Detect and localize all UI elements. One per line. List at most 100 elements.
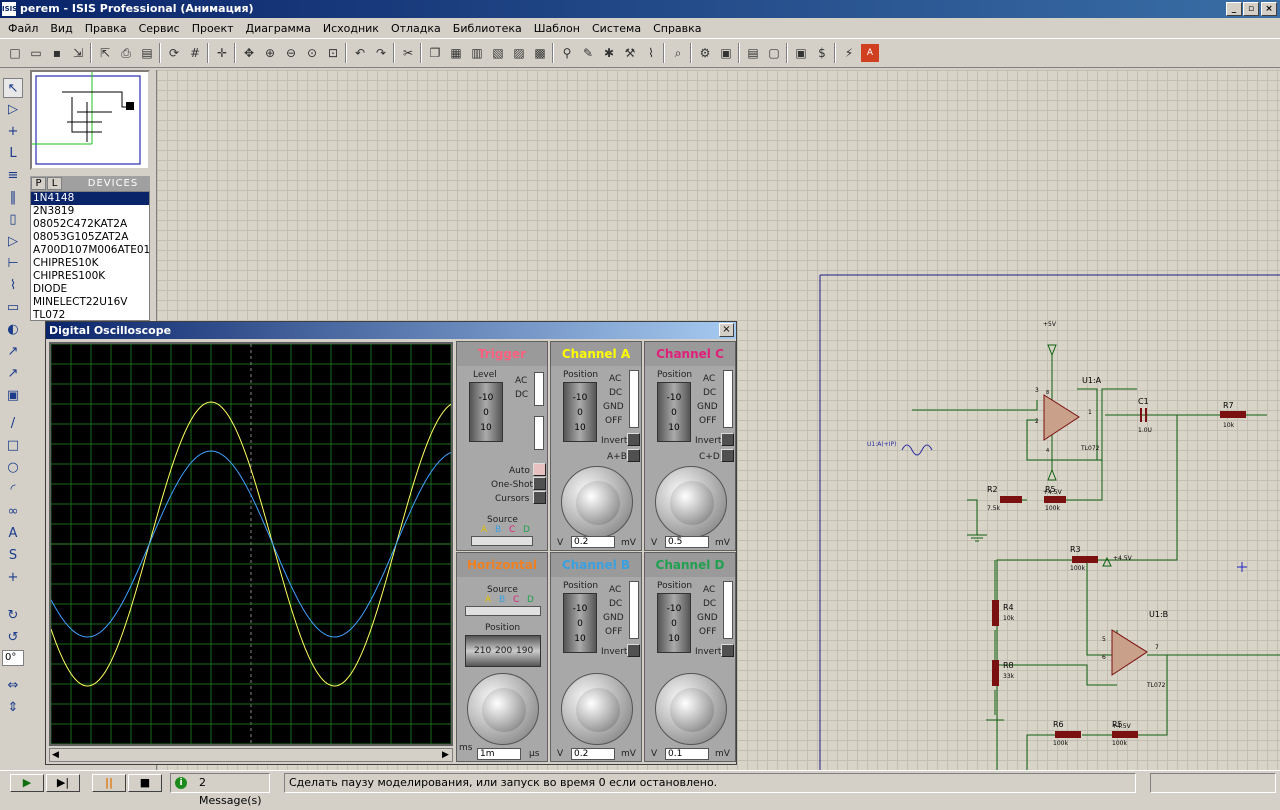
- device-list-item[interactable]: 08053G105ZAT2A: [31, 231, 149, 244]
- mirror-v-icon[interactable]: ⇕: [3, 698, 23, 718]
- channel-b-value[interactable]: 0.2: [571, 748, 615, 760]
- channel-c-combo-button[interactable]: [721, 449, 734, 462]
- horizontal-position-control[interactable]: 210 200 190: [465, 635, 541, 667]
- device-list-item[interactable]: A700D107M006ATE018: [31, 244, 149, 257]
- trigger-source-slider[interactable]: [471, 536, 533, 546]
- redraw-icon[interactable]: ⟳: [165, 44, 183, 62]
- graph-icon[interactable]: ⌇: [3, 276, 23, 296]
- rotate-ccw-icon[interactable]: ↺: [3, 628, 23, 648]
- trigger-coupling-slider[interactable]: [534, 372, 544, 406]
- trigger-oneshot-button[interactable]: [533, 477, 546, 490]
- channel-c-volts-knob[interactable]: [655, 466, 727, 538]
- copy-icon[interactable]: ❐: [426, 44, 444, 62]
- stop-button[interactable]: ■: [128, 774, 162, 792]
- device-list-item[interactable]: 08052C472KAT2A: [31, 218, 149, 231]
- design-explorer-icon[interactable]: ▤: [744, 44, 762, 62]
- trigger-edge-slider[interactable]: [534, 416, 544, 450]
- packaging-icon[interactable]: ✱: [600, 44, 618, 62]
- text-icon[interactable]: A: [3, 524, 23, 544]
- timebase-value[interactable]: 1m: [477, 748, 521, 760]
- origin-icon[interactable]: ✛: [213, 44, 231, 62]
- device-list-item[interactable]: MINELECT22U16V: [31, 296, 149, 309]
- new-icon[interactable]: □: [6, 44, 24, 62]
- menu-graph[interactable]: Диаграмма: [240, 22, 317, 35]
- timebase-knob[interactable]: [467, 673, 539, 745]
- bus-icon[interactable]: ‖: [3, 188, 23, 208]
- menu-template[interactable]: Шаблон: [528, 22, 586, 35]
- menu-view[interactable]: Вид: [44, 22, 78, 35]
- circle-icon[interactable]: ○: [3, 458, 23, 478]
- menu-design[interactable]: Проект: [186, 22, 240, 35]
- print-icon[interactable]: ⎙: [117, 44, 135, 62]
- bom-icon[interactable]: $: [813, 44, 831, 62]
- oscilloscope-close-button[interactable]: ×: [719, 323, 734, 337]
- new-sheet-icon[interactable]: ▢: [765, 44, 783, 62]
- tape-icon[interactable]: ▭: [3, 298, 23, 318]
- cut-icon[interactable]: ✂: [399, 44, 417, 62]
- zoom-out-icon[interactable]: ⊖: [282, 44, 300, 62]
- oscilloscope-window[interactable]: Digital Oscilloscope × ◀ ▶ Trigger Level…: [45, 321, 737, 765]
- generator-icon[interactable]: ◐: [3, 320, 23, 340]
- current-probe-icon[interactable]: ↗: [3, 364, 23, 384]
- pick-device-icon[interactable]: ⚲: [558, 44, 576, 62]
- menu-debug[interactable]: Отладка: [385, 22, 447, 35]
- maximize-button[interactable]: ▫: [1243, 2, 1259, 16]
- import-icon[interactable]: ⇲: [69, 44, 87, 62]
- marker-icon[interactable]: +: [3, 568, 23, 588]
- remove-sheet-icon[interactable]: ▣: [792, 44, 810, 62]
- channel-d-coupling-slider[interactable]: [723, 581, 733, 639]
- property-tool-icon[interactable]: ⚙: [696, 44, 714, 62]
- block-delete-icon[interactable]: ▩: [531, 44, 549, 62]
- device-list-item[interactable]: TL072: [31, 309, 149, 320]
- library-manager-button[interactable]: L: [47, 177, 62, 190]
- undo-icon[interactable]: ↶: [351, 44, 369, 62]
- play-button[interactable]: ▶: [10, 774, 44, 792]
- component-icon[interactable]: ▷: [3, 100, 23, 120]
- terminal-icon[interactable]: ▷: [3, 232, 23, 252]
- device-list-item[interactable]: CHIPRES100K: [31, 270, 149, 283]
- horizontal-source-slider[interactable]: [465, 606, 541, 616]
- close-button[interactable]: ×: [1261, 2, 1277, 16]
- paste-icon[interactable]: ▦: [447, 44, 465, 62]
- line-icon[interactable]: /: [3, 414, 23, 434]
- channel-d-position-control[interactable]: -10 0 10: [657, 593, 691, 653]
- wire-label-icon[interactable]: L: [3, 144, 23, 164]
- menu-tools[interactable]: Сервис: [133, 22, 186, 35]
- scroll-right-icon[interactable]: ▶: [442, 750, 449, 760]
- menu-edit[interactable]: Правка: [79, 22, 133, 35]
- menu-system[interactable]: Система: [586, 22, 647, 35]
- overview-window[interactable]: [30, 70, 150, 170]
- pan-icon[interactable]: ✥: [240, 44, 258, 62]
- device-list-item[interactable]: CHIPRES10K: [31, 257, 149, 270]
- netlist-icon[interactable]: ▣: [717, 44, 735, 62]
- pause-button[interactable]: ||: [92, 774, 126, 792]
- channel-d-invert-button[interactable]: [721, 644, 734, 657]
- zoom-area-icon[interactable]: ⊡: [324, 44, 342, 62]
- selection-icon[interactable]: ↖: [3, 78, 23, 98]
- channel-a-combo-button[interactable]: [627, 449, 640, 462]
- channel-c-coupling-slider[interactable]: [723, 370, 733, 428]
- channel-a-volts-knob[interactable]: [561, 466, 633, 538]
- zoom-in-icon[interactable]: ⊕: [261, 44, 279, 62]
- mirror-h-icon[interactable]: ⇔: [3, 676, 23, 696]
- channel-c-invert-button[interactable]: [721, 433, 734, 446]
- block-move-icon[interactable]: ▧: [489, 44, 507, 62]
- menu-library[interactable]: Библиотека: [447, 22, 528, 35]
- channel-b-coupling-slider[interactable]: [629, 581, 639, 639]
- scope-scrollbar[interactable]: ◀ ▶: [49, 748, 453, 762]
- ares-icon[interactable]: A: [861, 44, 879, 62]
- rotate-cw-icon[interactable]: ↻: [3, 606, 23, 626]
- path-icon[interactable]: ∞: [3, 502, 23, 522]
- menu-file[interactable]: Файл: [2, 22, 44, 35]
- wire-autorouter-icon[interactable]: ⌇: [642, 44, 660, 62]
- channel-a-coupling-slider[interactable]: [629, 370, 639, 428]
- export-icon[interactable]: ⇱: [96, 44, 114, 62]
- search-icon[interactable]: ⌕: [669, 44, 687, 62]
- instrument-icon[interactable]: ▣: [3, 386, 23, 406]
- box-icon[interactable]: □: [3, 436, 23, 456]
- channel-a-position-control[interactable]: -10 0 10: [563, 382, 597, 442]
- print-area-icon[interactable]: ▤: [138, 44, 156, 62]
- device-list-item[interactable]: 1N4148: [31, 192, 149, 205]
- channel-a-value[interactable]: 0.2: [571, 536, 615, 548]
- channel-b-position-control[interactable]: -10 0 10: [563, 593, 597, 653]
